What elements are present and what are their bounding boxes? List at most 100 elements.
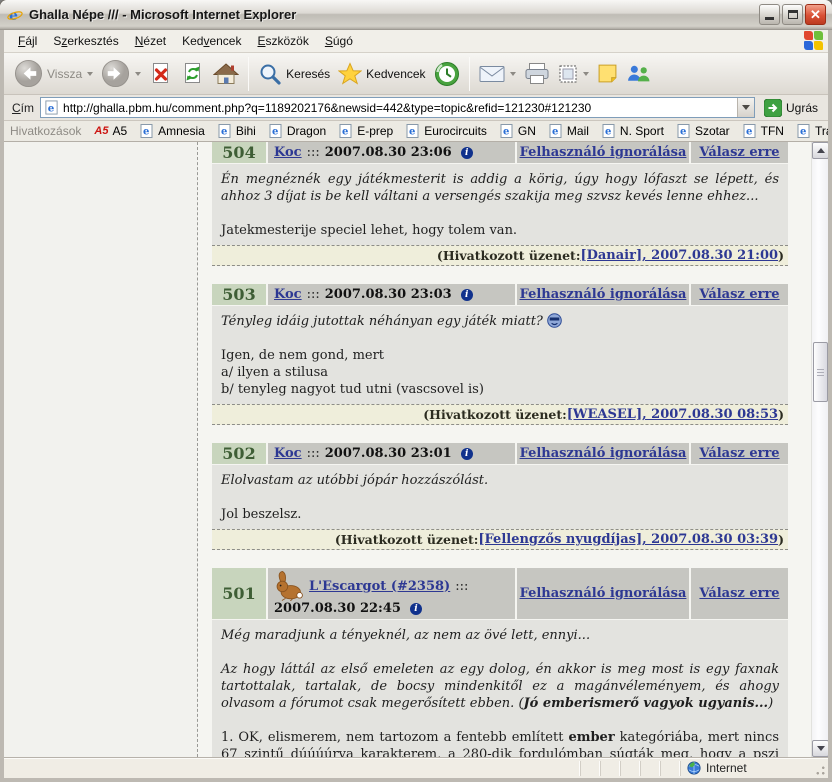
links-bar-item-amnesia[interactable]: eAmnesia (140, 124, 205, 138)
go-icon (764, 99, 782, 117)
search-button[interactable]: Keresés (254, 59, 334, 89)
reply-link[interactable]: Válasz erre (699, 446, 779, 461)
menu-kedvencek[interactable]: Kedvencek (174, 31, 249, 51)
menu-sg[interactable]: Súgó (317, 31, 361, 51)
links-bar-item-tfn[interactable]: eTFN (743, 124, 784, 138)
forum-post: 503 Koc ::: 2007.08.30 23:03i Felhasznál… (212, 284, 788, 425)
ignore-user-link[interactable]: Felhasználó ignorálása (520, 145, 687, 160)
post-header: 501 L'Escargot (#2358) ::: 2007.08.30 22… (212, 568, 788, 619)
post-author-cell: L'Escargot (#2358) ::: 2007.08.30 22:45i (268, 568, 515, 619)
arrow-down-icon (817, 746, 825, 751)
links-bar-item-nsport[interactable]: eN. Sport (602, 124, 664, 138)
edit-page-button[interactable] (554, 61, 593, 87)
windows-logo-icon (804, 31, 824, 51)
author-separator: ::: (307, 145, 320, 160)
back-dropdown-icon[interactable] (87, 72, 93, 76)
favorites-button[interactable]: Kedvencek (334, 59, 429, 89)
forward-button[interactable] (97, 56, 145, 91)
post-date: 2007.08.30 23:01 (325, 446, 452, 461)
links-bar-item-eurocircuits[interactable]: eEurocircuits (406, 124, 487, 138)
history-button[interactable] (430, 58, 464, 90)
discuss-button[interactable] (593, 60, 622, 87)
minimize-button[interactable] (759, 4, 780, 25)
ignore-user-link[interactable]: Felhasználó ignorálása (520, 287, 687, 302)
ie-page-icon: e (549, 124, 563, 138)
reply-link[interactable]: Válasz erre (699, 287, 779, 302)
ignore-user-cell: Felhasználó ignorálása (517, 568, 689, 619)
ie-page-icon: e (677, 124, 691, 138)
maximize-button[interactable] (782, 4, 803, 25)
messenger-button[interactable] (622, 60, 655, 87)
info-icon[interactable]: i (410, 603, 422, 615)
links-bar: Hivatkozások A5A5eAmnesiaeBihieDragoneE-… (4, 121, 828, 142)
vertical-scrollbar[interactable] (811, 142, 828, 757)
edit-dropdown-icon[interactable] (583, 72, 589, 76)
reply-link[interactable]: Válasz erre (699, 586, 779, 601)
links-bar-item-eprep[interactable]: eE-prep (339, 124, 393, 138)
mail-button[interactable] (475, 61, 520, 87)
resize-grip[interactable] (812, 758, 828, 778)
status-bar: Internet (4, 757, 828, 778)
ie-page-icon: e (269, 124, 283, 138)
quoted-message-bar: (Hivatkozott üzenet: [Danair], 2007.08.3… (212, 245, 788, 266)
links-bar-item-mail[interactable]: e Mail (549, 124, 589, 138)
forum-post: 504 Koc ::: 2007.08.30 23:06i Felhasznál… (212, 142, 788, 266)
maximize-icon (788, 10, 798, 19)
home-button[interactable] (209, 59, 243, 89)
ignore-user-link[interactable]: Felhasználó ignorálása (520, 586, 687, 601)
post-paragraph: Tényleg idáig jutottak néhányan egy játé… (221, 313, 779, 330)
scroll-down-button[interactable] (812, 740, 828, 757)
close-button[interactable]: ✕ (805, 4, 826, 25)
links-bar-item-szotar[interactable]: eSzotar (677, 124, 730, 138)
post-author-cell: Koc ::: 2007.08.30 23:06i (268, 142, 515, 163)
links-bar-item-travian[interactable]: eTravian (797, 124, 828, 138)
quoted-message-link[interactable]: [Danair], 2007.08.30 21:00 (580, 248, 778, 263)
window-title: Ghalla Népe /// - Microsoft Internet Exp… (29, 7, 757, 22)
menu-szerkeszts[interactable]: Szerkesztés (45, 31, 126, 51)
back-button[interactable]: Vissza (10, 56, 97, 91)
menu-fjl[interactable]: Fájl (10, 31, 45, 51)
links-bar-item-dragon[interactable]: eDragon (269, 124, 326, 138)
stop-button[interactable] (145, 58, 177, 89)
mail-dropdown-icon[interactable] (510, 72, 516, 76)
chevron-down-icon (742, 105, 750, 110)
author-link[interactable]: Koc (274, 145, 302, 160)
title-bar[interactable]: e Ghalla Népe /// - Microsoft Internet E… (0, 0, 832, 30)
scrollbar-thumb[interactable] (813, 342, 828, 402)
forum-left-column (4, 142, 198, 757)
link-label: Mail (567, 124, 589, 138)
edit-page-icon (558, 64, 578, 84)
quoted-message-link[interactable]: [WEASEL], 2007.08.30 08:53 (567, 407, 778, 422)
rabbit-avatar-icon (274, 571, 304, 601)
address-bar: Cím e http://ghalla.pbm.hu/comment.php?q… (4, 95, 828, 121)
author-link[interactable]: Koc (274, 446, 302, 461)
svg-text:e: e (143, 127, 149, 138)
forward-dropdown-icon[interactable] (135, 72, 141, 76)
address-dropdown-button[interactable] (737, 98, 754, 117)
quoted-message-link[interactable]: [Fellengzős nyugdíjas], 2007.08.30 03:39 (478, 532, 778, 547)
reply-cell: Válasz erre (691, 142, 788, 163)
info-icon[interactable]: i (461, 147, 473, 159)
scroll-up-button[interactable] (812, 142, 828, 159)
link-label: Travian (815, 124, 828, 138)
author-link[interactable]: Koc (274, 287, 302, 302)
info-icon[interactable]: i (461, 289, 473, 301)
links-bar-item-gn[interactable]: eGN (500, 124, 536, 138)
ie-page-icon: e (406, 124, 420, 138)
ignore-user-link[interactable]: Felhasználó ignorálása (520, 446, 687, 461)
ie-page-icon: e (500, 124, 514, 138)
quoted-message-bar: (Hivatkozott üzenet: [WEASEL], 2007.08.3… (212, 404, 788, 425)
links-bar-item-a5[interactable]: A5A5 (94, 124, 127, 138)
info-icon[interactable]: i (461, 448, 473, 460)
reply-link[interactable]: Válasz erre (699, 145, 779, 160)
print-button[interactable] (520, 59, 554, 88)
address-input[interactable]: e http://ghalla.pbm.hu/comment.php?q=118… (40, 97, 755, 118)
menu-nzet[interactable]: Nézet (127, 31, 174, 51)
author-link[interactable]: L'Escargot (#2358) (309, 579, 450, 594)
go-button[interactable]: Ugrás (761, 98, 824, 118)
refresh-button[interactable] (177, 58, 209, 89)
menu-eszkzk[interactable]: Eszközök (249, 31, 316, 51)
post-paragraph: Igen, de nem gond, merta/ ilyen a stilus… (221, 347, 779, 398)
post-body: Én megnéznék egy játékmesterit is addig … (212, 164, 788, 245)
links-bar-item-bihi[interactable]: eBihi (218, 124, 256, 138)
